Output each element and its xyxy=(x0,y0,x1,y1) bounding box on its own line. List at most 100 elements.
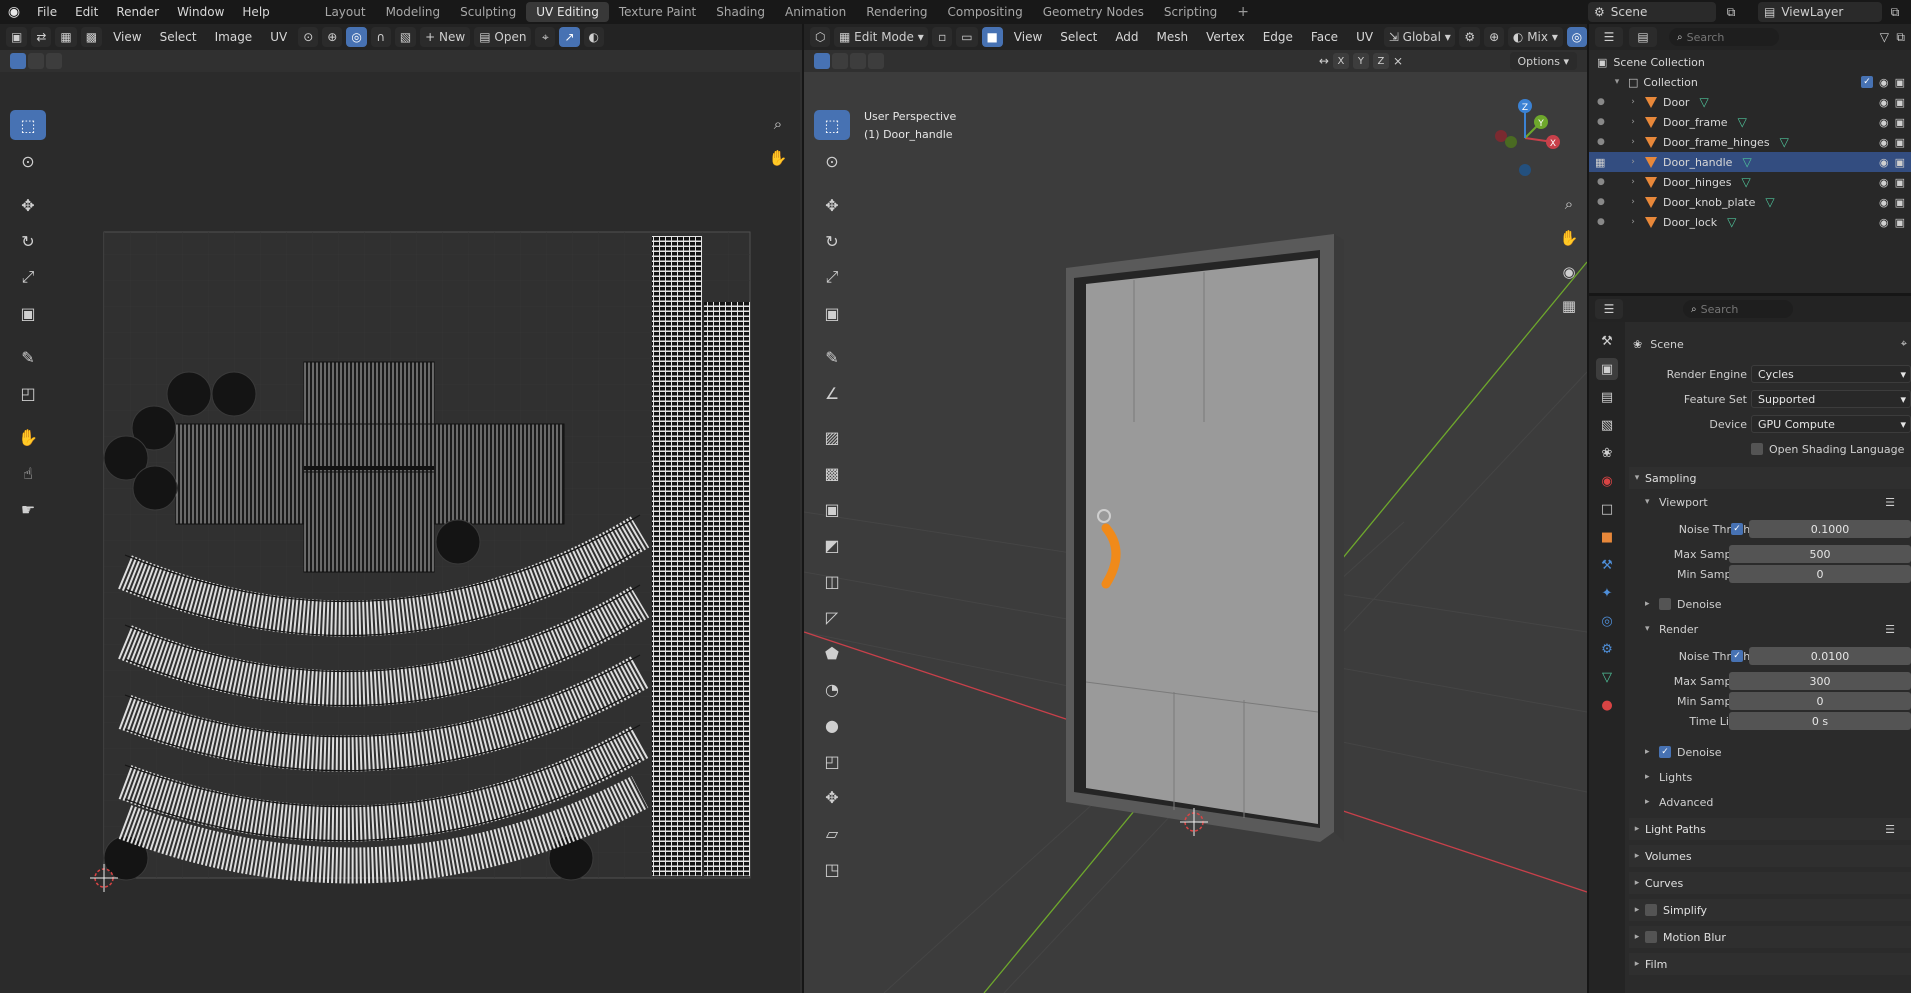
shear-tool-icon[interactable]: ▱ xyxy=(814,818,850,848)
edge-select-icon[interactable]: ▭ xyxy=(956,27,978,47)
device-dropdown[interactable]: GPU Compute ▾ xyxy=(1751,415,1911,433)
select-box-tool-icon[interactable]: ⬚ xyxy=(10,110,46,140)
new-scene-icon[interactable]: ⧉ xyxy=(1722,3,1740,21)
new-view-layer-icon[interactable]: ⧉ xyxy=(1886,3,1904,21)
visibility-eye-icon[interactable]: ◉ xyxy=(1879,136,1889,149)
inset-tool-icon[interactable]: ▣ xyxy=(814,494,850,524)
time-limit-field[interactable]: 0 s xyxy=(1729,712,1911,730)
falloff-icon[interactable]: ∩ xyxy=(370,27,391,47)
gizmo-icon[interactable]: ↗ xyxy=(559,27,580,47)
add-cube-tool-icon[interactable]: ▨ xyxy=(814,422,850,452)
render-camera-icon[interactable]: ▣ xyxy=(1895,196,1905,209)
presets-list-icon[interactable]: ☰ xyxy=(1885,623,1895,636)
render-max-samples-field[interactable]: 300 xyxy=(1729,672,1911,690)
move-tool-icon[interactable]: ✥ xyxy=(10,190,46,220)
pivot-icon[interactable]: ⊙ xyxy=(298,27,319,47)
lights-subpanel-header[interactable]: ▸ Lights xyxy=(1629,767,1911,787)
add-workspace-button[interactable]: + xyxy=(1227,2,1259,22)
loop-cut-tool-icon[interactable]: ◫ xyxy=(814,566,850,596)
spin-tool-icon[interactable]: ◔ xyxy=(814,674,850,704)
edit-mode-object-icon[interactable]: ▦ xyxy=(1595,156,1605,169)
tab-modeling[interactable]: Modeling xyxy=(376,2,451,22)
uv-menu-uv[interactable]: UV xyxy=(263,30,294,44)
vp-select-subtract-icon[interactable] xyxy=(850,53,866,69)
visibility-eye-icon[interactable]: ◉ xyxy=(1879,76,1889,89)
world-tab-icon[interactable]: ◉ xyxy=(1596,470,1618,492)
snap-icon[interactable]: ⊕ xyxy=(322,27,343,47)
viewport-noise-threshold-field[interactable]: 0.1000 xyxy=(1749,520,1911,538)
door-hinges-expand-icon[interactable]: › xyxy=(1627,177,1639,187)
object-tab-icon[interactable]: ■ xyxy=(1596,526,1618,548)
render-min-samples-field[interactable]: 0 xyxy=(1729,692,1911,710)
menu-help[interactable]: Help xyxy=(233,0,278,24)
render-subpanel-header[interactable]: ▾ Render ☰ xyxy=(1629,619,1911,639)
properties-search[interactable]: ⌕ xyxy=(1683,300,1793,318)
outliner-item-door-hinges[interactable]: ● › Door_hinges ▽ ◉ ▣ xyxy=(1589,172,1911,192)
area-divider-right[interactable] xyxy=(1587,24,1589,993)
light-paths-panel-header[interactable]: ▸ Light Paths ☰ xyxy=(1629,818,1911,840)
face-select-icon[interactable]: ■ xyxy=(981,27,1003,47)
menu-file[interactable]: File xyxy=(28,0,66,24)
uv-select-new-icon[interactable] xyxy=(10,53,26,69)
properties-search-input[interactable] xyxy=(1700,302,1781,316)
vp-menu-edge[interactable]: Edge xyxy=(1256,30,1300,44)
tab-rendering[interactable]: Rendering xyxy=(856,2,937,22)
uv-select-extend-icon[interactable] xyxy=(28,53,44,69)
render-denoise-checkbox[interactable]: ✓ xyxy=(1659,746,1671,758)
render-camera-icon[interactable]: ▣ xyxy=(1895,136,1905,149)
menu-render[interactable]: Render xyxy=(107,0,168,24)
grab-tool-icon[interactable]: ✋ xyxy=(10,422,46,452)
pin-icon[interactable]: ⌖ xyxy=(535,27,556,47)
vp-menu-vertex[interactable]: Vertex xyxy=(1199,30,1252,44)
annotate-tool-icon[interactable]: ✎ xyxy=(10,342,46,372)
uv-menu-image[interactable]: Image xyxy=(208,30,260,44)
door-lock-expand-icon[interactable]: › xyxy=(1627,217,1639,227)
bevel-tool-icon[interactable]: ◩ xyxy=(814,530,850,560)
vp-snap-icon[interactable]: ⊕ xyxy=(1484,27,1505,47)
shading-dropdown[interactable]: ◐ Mix ▾ xyxy=(1508,27,1563,47)
vp-select-new-icon[interactable] xyxy=(814,53,830,69)
scene-collection-row[interactable]: ▣ Scene Collection xyxy=(1589,52,1911,72)
blender-logo-icon[interactable]: ◉ xyxy=(0,0,28,24)
simplify-checkbox[interactable] xyxy=(1645,904,1657,916)
edge-slide-tool-icon[interactable]: ◰ xyxy=(814,746,850,776)
visibility-eye-icon[interactable]: ◉ xyxy=(1879,96,1889,109)
outliner-item-door[interactable]: ● › Door ▽ ◉ ▣ xyxy=(1589,92,1911,112)
outliner-item-door-frame[interactable]: ● › Door_frame ▽ ◉ ▣ xyxy=(1589,112,1911,132)
viewport-min-samples-field[interactable]: 0 xyxy=(1729,565,1911,583)
render-camera-icon[interactable]: ▣ xyxy=(1895,176,1905,189)
view-layer-selector[interactable]: ▤ ViewLayer xyxy=(1758,2,1882,22)
relax-tool-icon[interactable]: ☝ xyxy=(10,458,46,488)
tab-sculpting[interactable]: Sculpting xyxy=(450,2,526,22)
tab-shading[interactable]: Shading xyxy=(706,2,775,22)
collection-row[interactable]: ▾ □ Collection ✓ ◉ ▣ xyxy=(1589,72,1911,92)
collection-expand-icon[interactable]: ▾ xyxy=(1611,77,1623,87)
presets-list-icon[interactable]: ☰ xyxy=(1885,823,1895,836)
vp-zoom-icon[interactable]: ⌕ xyxy=(1557,192,1581,216)
advanced-subpanel-header[interactable]: ▸ Advanced xyxy=(1629,792,1911,812)
viewport-canvas[interactable]: X Y Z ⌕ ✋ ◉ ▦ xyxy=(804,72,1587,993)
uv-canvas[interactable] xyxy=(0,72,800,993)
physics-tab-icon[interactable]: ◎ xyxy=(1596,610,1618,632)
pivot-point-icon[interactable]: ⚙ xyxy=(1459,27,1481,47)
pinch-tool-icon[interactable]: ☛ xyxy=(10,494,46,524)
cursor-tool-icon[interactable]: ⊙ xyxy=(10,146,46,176)
outliner-item-door-lock[interactable]: ● › Door_lock ▽ ◉ ▣ xyxy=(1589,212,1911,232)
render-camera-icon[interactable]: ▣ xyxy=(1895,216,1905,229)
orientation-dropdown[interactable]: ⇲ Global ▾ xyxy=(1384,27,1456,47)
view-layer-tab-icon[interactable]: ▧ xyxy=(1596,414,1618,436)
outliner-search-input[interactable] xyxy=(1686,30,1767,44)
vp-menu-uv[interactable]: UV xyxy=(1349,30,1380,44)
pin-context-icon[interactable]: ⌖ xyxy=(1901,337,1907,351)
vp-proportional-icon[interactable]: ◎ xyxy=(1566,27,1587,47)
new-image-button[interactable]: + New xyxy=(420,27,471,47)
mirror-z-button[interactable]: Z xyxy=(1372,53,1389,69)
tab-compositing[interactable]: Compositing xyxy=(937,2,1032,22)
material-tab-icon[interactable]: ● xyxy=(1596,694,1618,716)
vp-menu-add[interactable]: Add xyxy=(1108,30,1145,44)
tab-geometry-nodes[interactable]: Geometry Nodes xyxy=(1033,2,1154,22)
motion-blur-panel-header[interactable]: ▸ Motion Blur xyxy=(1629,926,1911,948)
overlay-icon[interactable]: ◐ xyxy=(583,27,604,47)
outliner-item-door-handle[interactable]: ▦ › Door_handle ▽ ◉ ▣ xyxy=(1589,152,1911,172)
curves-panel-header[interactable]: ▸ Curves xyxy=(1629,872,1911,894)
